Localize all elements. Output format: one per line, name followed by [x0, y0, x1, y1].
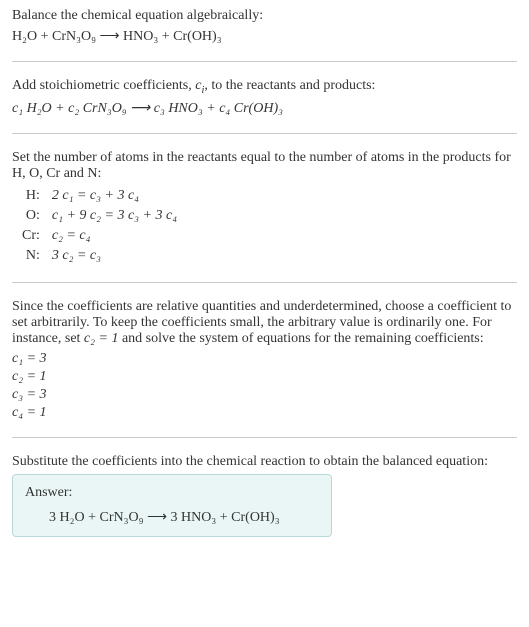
solve-text: Since the coefficients are relative quan…	[12, 299, 517, 347]
balanced-equation: 3 H₂O + CrN₃O₉ ⟶ 3 HNO₃ + Cr(OH)₃	[49, 509, 319, 526]
section-substitute: Substitute the coefficients into the che…	[12, 437, 517, 537]
atom-label: Cr:	[16, 226, 46, 246]
table-row: H: 2 c₁ = c₃ + 3 c₄	[16, 186, 183, 206]
atom-eq: c₁ + 9 c₂ = 3 c₃ + 3 c₄	[46, 206, 183, 226]
c2-set: c₂ = 1	[84, 331, 119, 346]
section-prompt: Balance the chemical equation algebraica…	[12, 8, 517, 45]
coef-value: c₃ = 3	[12, 387, 517, 403]
coef-text-b: , to the reactants and products:	[204, 78, 375, 93]
prompt-text: Balance the chemical equation algebraica…	[12, 8, 517, 24]
atom-eq: c₂ = c₄	[46, 226, 183, 246]
section-coefficients: Add stoichiometric coefficients, ci, to …	[12, 61, 517, 117]
table-row: N: 3 c₂ = c₃	[16, 246, 183, 266]
answer-box: Answer: 3 H₂O + CrN₃O₉ ⟶ 3 HNO₃ + Cr(OH)…	[12, 474, 332, 537]
atom-table: H: 2 c₁ = c₃ + 3 c₄ O: c₁ + 9 c₂ = 3 c₃ …	[16, 186, 183, 266]
atoms-intro: Set the number of atoms in the reactants…	[12, 150, 517, 182]
coef-value: c₄ = 1	[12, 405, 517, 421]
solve-text-b: and solve the system of equations for th…	[118, 331, 483, 346]
substitute-text: Substitute the coefficients into the che…	[12, 454, 517, 470]
coef-value: c₂ = 1	[12, 369, 517, 385]
coef-value: c₁ = 3	[12, 351, 517, 367]
atom-label: N:	[16, 246, 46, 266]
coef-equation: c₁ H₂O + c₂ CrN₃O₉ ⟶ c₃ HNO₃ + c₄ Cr(OH)…	[12, 100, 517, 117]
coef-intro: Add stoichiometric coefficients, ci, to …	[12, 78, 517, 96]
atom-label: O:	[16, 206, 46, 226]
section-atoms: Set the number of atoms in the reactants…	[12, 133, 517, 266]
coef-solutions: c₁ = 3 c₂ = 1 c₃ = 3 c₄ = 1	[12, 351, 517, 421]
section-solve: Since the coefficients are relative quan…	[12, 282, 517, 421]
coef-text-a: Add stoichiometric coefficients,	[12, 78, 195, 93]
table-row: Cr: c₂ = c₄	[16, 226, 183, 246]
atom-eq: 3 c₂ = c₃	[46, 246, 183, 266]
unbalanced-equation: H₂O + CrN₃O₉ ⟶ HNO₃ + Cr(OH)₃	[12, 28, 517, 45]
answer-label: Answer:	[25, 485, 319, 501]
table-row: O: c₁ + 9 c₂ = 3 c₃ + 3 c₄	[16, 206, 183, 226]
atom-label: H:	[16, 186, 46, 206]
atom-eq: 2 c₁ = c₃ + 3 c₄	[46, 186, 183, 206]
